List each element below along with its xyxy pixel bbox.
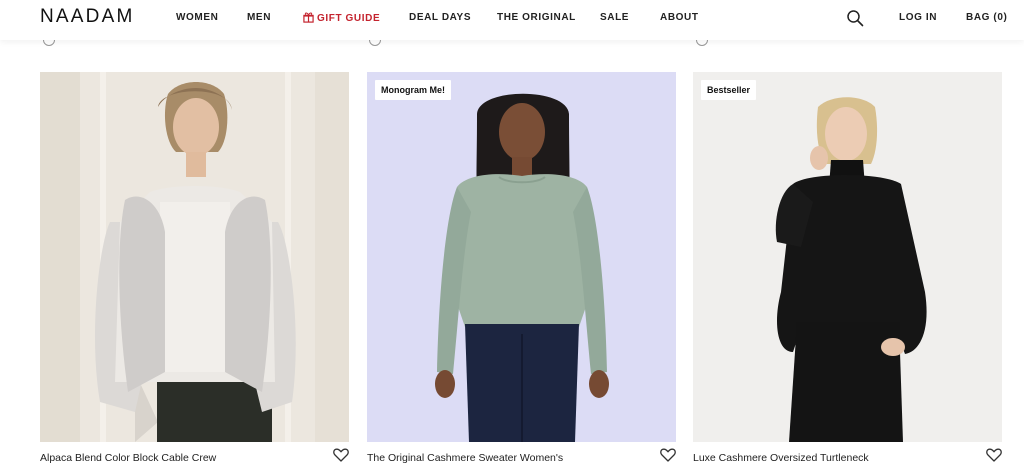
- product-image[interactable]: Bestseller: [693, 72, 1002, 442]
- product-photo-alpaca: [40, 72, 349, 442]
- heart-icon[interactable]: [660, 448, 676, 462]
- product-card[interactable]: Bestseller Luxe Cashmere Oversized Turtl…: [693, 72, 1002, 472]
- product-image[interactable]: [40, 72, 349, 442]
- nav-men[interactable]: MEN: [247, 12, 271, 23]
- gift-icon: [303, 12, 314, 23]
- product-badge: Monogram Me!: [375, 80, 451, 100]
- product-card[interactable]: Monogram Me! The Original Cashmere Sweat…: [367, 72, 676, 472]
- product-name[interactable]: Luxe Cashmere Oversized Turtleneck: [693, 452, 869, 464]
- product-image[interactable]: Monogram Me!: [367, 72, 676, 442]
- heart-icon[interactable]: [333, 448, 349, 462]
- product-badge: Bestseller: [701, 80, 757, 100]
- naadam-logo[interactable]: NAADAM: [40, 6, 135, 28]
- nav-deal-days[interactable]: DEAL DAYS: [409, 12, 471, 23]
- nav-gift-guide-label: GIFT GUIDE: [317, 13, 381, 24]
- product-name[interactable]: Alpaca Blend Color Block Cable Crew: [40, 452, 216, 464]
- nav-about[interactable]: ABOUT: [660, 12, 699, 23]
- site-header: NAADAM WOMEN MEN GIFT GUIDE DEAL DAYS TH…: [0, 0, 1024, 40]
- nav-gift-guide[interactable]: GIFT GUIDE: [303, 12, 380, 24]
- heart-icon[interactable]: [986, 448, 1002, 462]
- product-photo-luxe-turtleneck: [693, 72, 1002, 442]
- product-card[interactable]: Alpaca Blend Color Block Cable Crew: [40, 72, 349, 472]
- nav-sale[interactable]: SALE: [600, 12, 629, 23]
- nav-the-original[interactable]: THE ORIGINAL: [497, 12, 576, 23]
- login-link[interactable]: LOG IN: [899, 12, 937, 23]
- bag-link[interactable]: BAG (0): [966, 12, 1007, 23]
- nav-women[interactable]: WOMEN: [176, 12, 218, 23]
- product-name[interactable]: The Original Cashmere Sweater Women's: [367, 452, 563, 464]
- product-photo-original-cashmere: [367, 72, 676, 442]
- search-icon[interactable]: [846, 9, 864, 27]
